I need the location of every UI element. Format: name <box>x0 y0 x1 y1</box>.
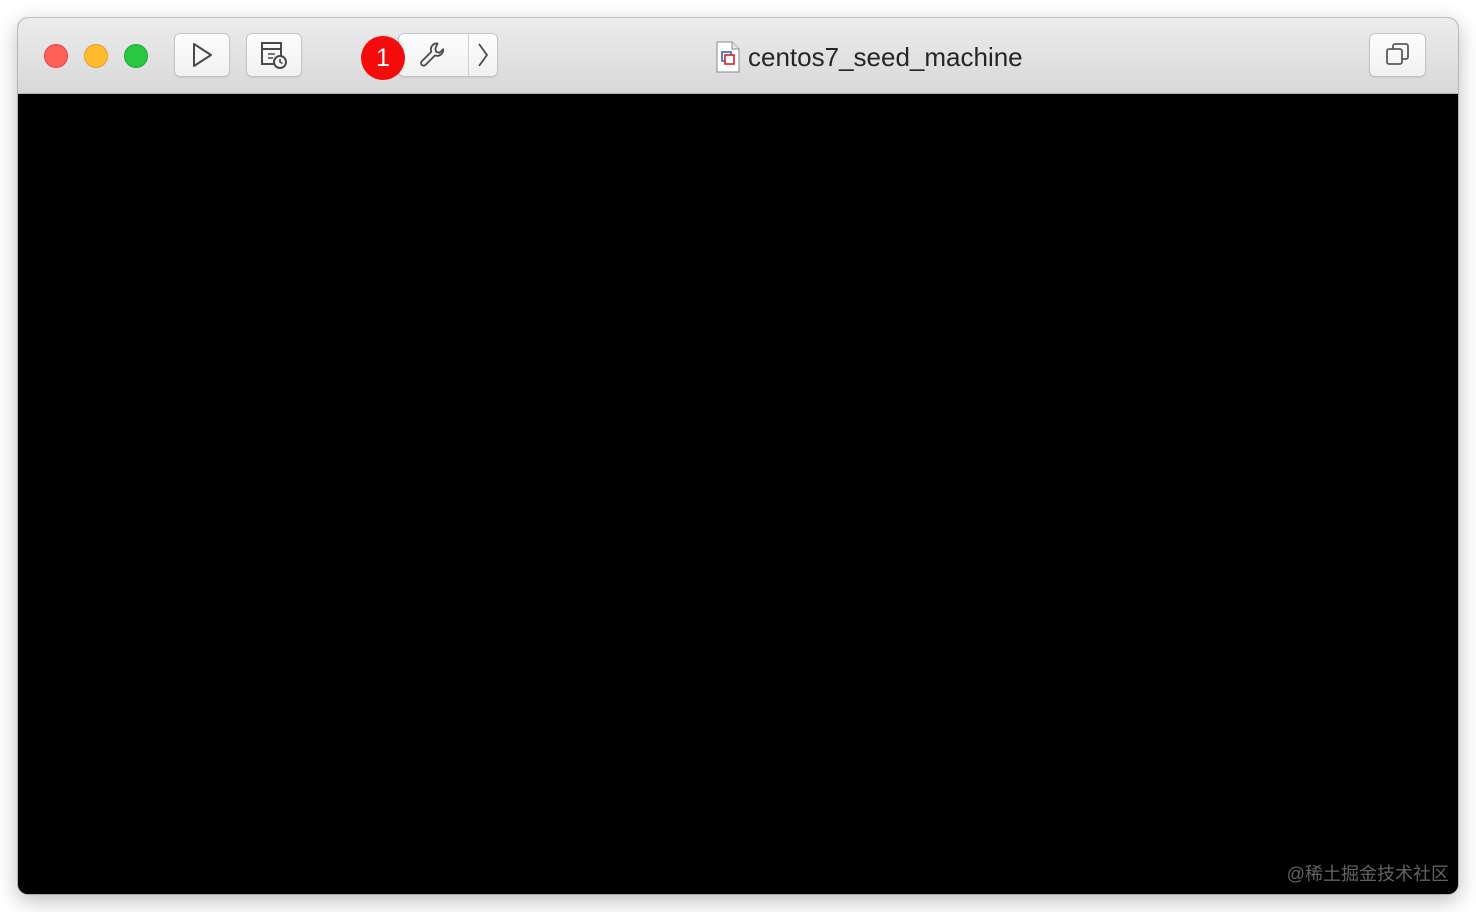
title-bar: 1 centos7_seed_machine <box>18 18 1458 94</box>
play-icon <box>193 43 212 67</box>
settings-segmented-control <box>398 33 498 77</box>
maximize-window-button[interactable] <box>124 44 148 68</box>
callout-badge: 1 <box>361 36 405 80</box>
next-button[interactable] <box>469 34 497 76</box>
chevron-right-icon <box>478 43 488 67</box>
vm-console-screen[interactable]: @稀土掘金技术社区 <box>18 94 1458 894</box>
window-title-text: centos7_seed_machine <box>748 41 1023 72</box>
close-window-button[interactable] <box>44 44 68 68</box>
settings-button[interactable] <box>399 34 469 76</box>
minimize-window-button[interactable] <box>84 44 108 68</box>
snapshot-icon <box>261 42 287 69</box>
watermark: @稀土掘金技术社区 <box>1286 864 1449 884</box>
window-title: centos7_seed_machine <box>716 40 1023 74</box>
snapshot-button[interactable] <box>246 33 302 77</box>
wrench-icon <box>420 42 445 67</box>
vm-window: 1 centos7_seed_machine @稀土掘金技术社区 <box>18 18 1458 894</box>
start-vm-button[interactable] <box>174 33 230 77</box>
fullscreen-icon <box>1385 43 1409 65</box>
vm-document-icon <box>716 41 740 73</box>
fullscreen-button[interactable] <box>1369 33 1426 77</box>
